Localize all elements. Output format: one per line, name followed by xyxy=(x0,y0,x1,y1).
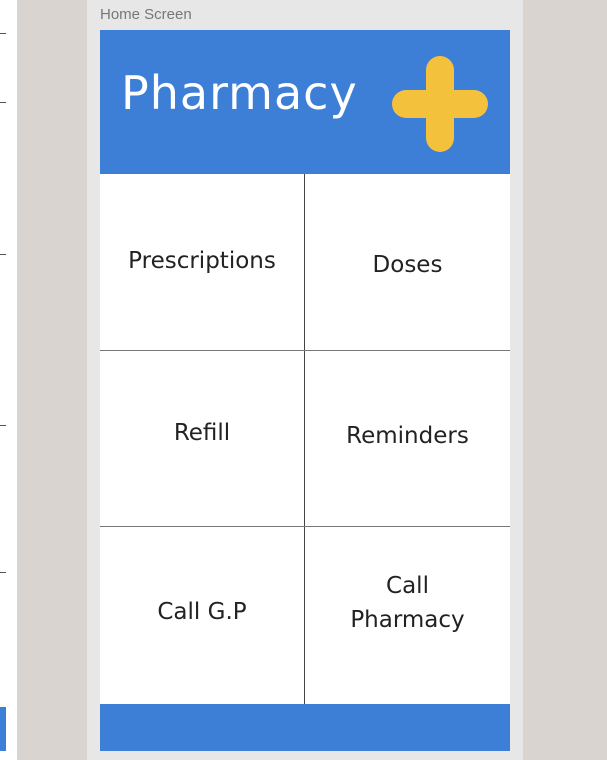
app-header: Pharmacy xyxy=(100,30,510,174)
menu-item-reminders[interactable]: Reminders xyxy=(305,351,510,526)
divider xyxy=(0,254,6,255)
menu-item-label: Prescriptions xyxy=(128,248,276,275)
app-footer xyxy=(100,704,510,751)
menu-item-doses[interactable]: Doses xyxy=(305,174,510,350)
home-screen-artboard: Home Screen Pharmacy Prescriptions Doses… xyxy=(87,0,523,760)
adjacent-artboard-edge xyxy=(0,0,17,760)
menu-item-label: Reminders xyxy=(346,422,469,449)
menu-item-label: Refill xyxy=(173,419,231,446)
menu-item-label: Call Pharmacy xyxy=(350,573,465,633)
menu-item-call-pharmacy[interactable]: Call Pharmacy xyxy=(305,527,510,704)
grid-divider-horizontal xyxy=(100,526,510,527)
menu-item-label: Doses xyxy=(372,252,443,279)
menu-item-call-gp[interactable]: Call G.P xyxy=(100,527,304,704)
artboard-label: Home Screen xyxy=(100,6,192,23)
menu-item-label: Call G.P xyxy=(157,598,247,625)
grid-divider-horizontal xyxy=(100,350,510,351)
menu-item-prescriptions[interactable]: Prescriptions xyxy=(100,174,304,350)
divider xyxy=(0,425,6,426)
divider xyxy=(0,572,6,573)
app-title: Pharmacy xyxy=(121,66,358,120)
menu-item-refill[interactable]: Refill xyxy=(100,351,304,526)
divider xyxy=(0,102,6,103)
grid-divider-vertical xyxy=(304,174,305,704)
plus-icon xyxy=(392,56,488,152)
menu-grid: Prescriptions Doses Refill Reminders Cal… xyxy=(100,174,510,704)
divider xyxy=(0,33,6,34)
adjacent-footer-strip xyxy=(0,707,6,751)
